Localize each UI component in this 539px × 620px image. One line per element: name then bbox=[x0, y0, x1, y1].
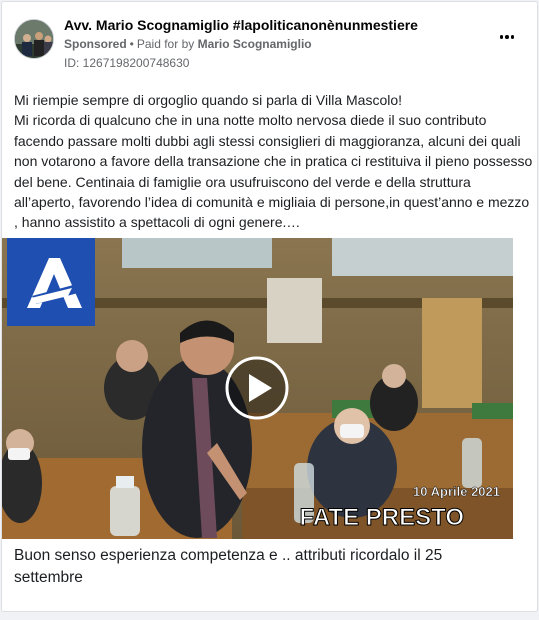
video-date-overlay: 10 Aprile 2021 bbox=[413, 484, 500, 499]
paid-for-name: Mario Scognamiglio bbox=[197, 37, 312, 51]
sponsorship-info: Sponsored • Paid for by Mario Scognamiglio bbox=[64, 37, 312, 51]
more-dot bbox=[510, 35, 515, 39]
post-body-text: Mi riempie sempre di orgoglio quando si … bbox=[14, 92, 533, 231]
ad-id: ID: 1267198200748630 bbox=[64, 56, 190, 70]
more-dot bbox=[505, 35, 509, 39]
meta-separator: • bbox=[129, 37, 134, 51]
more-horizontal-icon bbox=[499, 35, 504, 39]
sponsored-label: Sponsored bbox=[64, 37, 127, 51]
paid-for-label: Paid for by bbox=[136, 37, 195, 51]
ad-card: Avv. Mario Scognamiglio #lapoliticanonèn… bbox=[1, 1, 538, 612]
video-title-overlay: FATE PRESTO bbox=[300, 504, 464, 531]
ad-header: Avv. Mario Scognamiglio #lapoliticanonèn… bbox=[2, 2, 537, 80]
more-options-button[interactable] bbox=[495, 30, 519, 44]
page-name-link[interactable]: Avv. Mario Scognamiglio #lapoliticanonèn… bbox=[64, 17, 418, 33]
page-avatar[interactable] bbox=[14, 19, 54, 59]
link-caption[interactable]: Buon senso esperienza competenza e .. at… bbox=[14, 545, 514, 589]
video-thumbnail[interactable]: 10 Aprile 2021 FATE PRESTO bbox=[2, 238, 513, 539]
channel-logo-icon bbox=[7, 238, 95, 326]
play-icon[interactable] bbox=[225, 356, 289, 420]
